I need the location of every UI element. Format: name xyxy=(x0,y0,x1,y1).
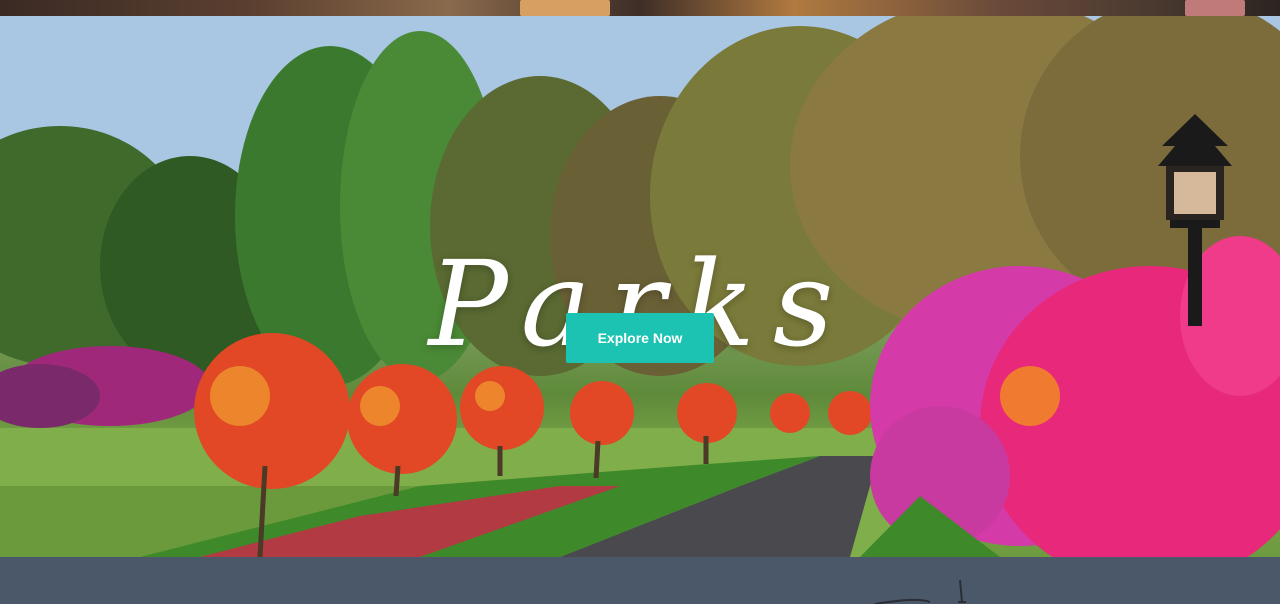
hero-section: Parks Explore Now xyxy=(0,16,1280,557)
explore-now-button[interactable]: Explore Now xyxy=(566,313,714,363)
top-image-strip xyxy=(0,0,1280,16)
decorative-sketch-icon xyxy=(874,579,966,604)
lower-section-band xyxy=(0,557,1280,604)
strip-highlight xyxy=(520,0,610,16)
strip-highlight xyxy=(1185,0,1245,16)
